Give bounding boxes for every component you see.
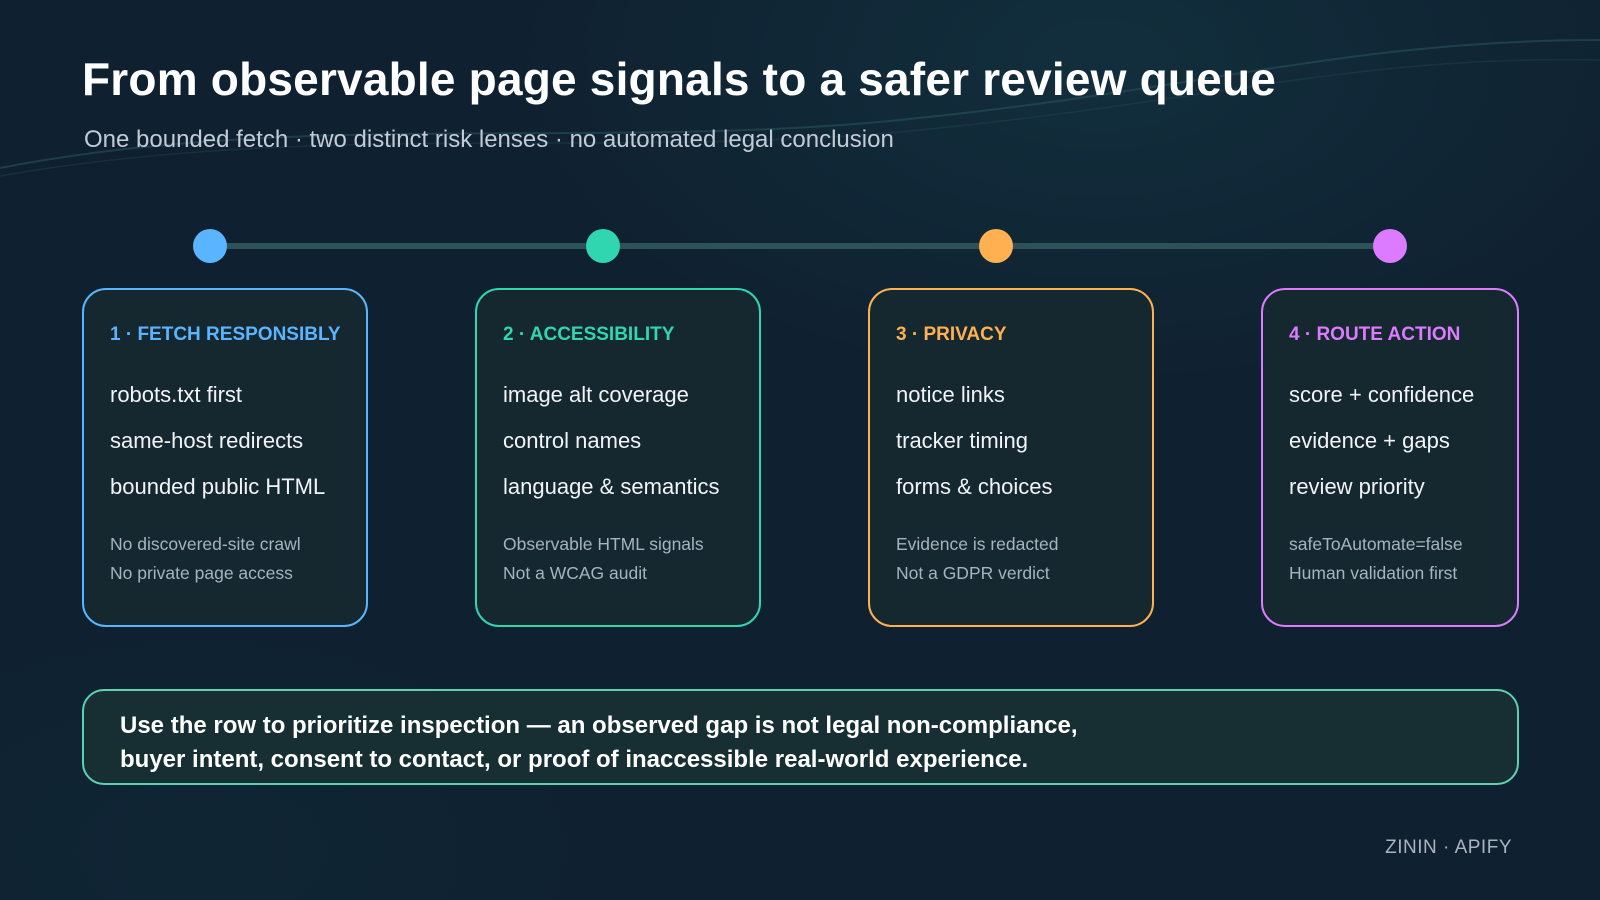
step-card-notes: safeToAutomate=false Human validation fi… xyxy=(1289,530,1463,588)
step-card-items: image alt coverage control names languag… xyxy=(503,372,719,510)
step-note: Not a WCAG audit xyxy=(503,563,647,583)
step-note: Observable HTML signals xyxy=(503,534,704,554)
step-note: Evidence is redacted xyxy=(896,534,1059,554)
step-note: Human validation first xyxy=(1289,563,1458,583)
page-title: From observable page signals to a safer … xyxy=(82,53,1277,105)
step-item: forms & choices xyxy=(896,474,1053,499)
step-item: evidence + gaps xyxy=(1289,428,1450,453)
step-item: review priority xyxy=(1289,474,1425,499)
step-card-items: notice links tracker timing forms & choi… xyxy=(896,372,1053,510)
step-card-title: 3 · PRIVACY xyxy=(896,324,1007,345)
timeline-node-route-action xyxy=(1373,229,1407,263)
step-card-title: 4 · ROUTE ACTION xyxy=(1289,324,1461,345)
step-card-items: score + confidence evidence + gaps revie… xyxy=(1289,372,1474,510)
step-item: bounded public HTML xyxy=(110,474,326,499)
step-item: image alt coverage xyxy=(503,382,689,407)
step-item: notice links xyxy=(896,382,1005,407)
callout-line: Use the row to prioritize inspection — a… xyxy=(120,712,1078,739)
timeline-node-fetch xyxy=(193,229,227,263)
footer-brand: ZININ · APIFY xyxy=(1385,837,1512,858)
step-note: No discovered-site crawl xyxy=(110,534,301,554)
step-item: same-host redirects xyxy=(110,428,304,453)
step-card-privacy: 3 · PRIVACY notice links tracker timing … xyxy=(868,288,1154,627)
step-card-route-action: 4 · ROUTE ACTION score + confidence evid… xyxy=(1261,288,1519,627)
step-note: Not a GDPR verdict xyxy=(896,563,1050,583)
step-card-title: 2 · ACCESSIBILITY xyxy=(503,324,675,345)
callout-line: buyer intent, consent to contact, or pro… xyxy=(120,746,1029,773)
step-card-items: robots.txt first same-host redirects bou… xyxy=(110,372,325,510)
step-card-accessibility: 2 · ACCESSIBILITY image alt coverage con… xyxy=(475,288,761,627)
step-card-notes: Evidence is redacted Not a GDPR verdict xyxy=(896,530,1058,588)
step-card-notes: Observable HTML signals Not a WCAG audit xyxy=(503,530,704,588)
page-subtitle: One bounded fetch · two distinct risk le… xyxy=(84,126,894,153)
step-item: score + confidence xyxy=(1289,382,1475,407)
step-item: control names xyxy=(503,428,642,453)
timeline-node-privacy xyxy=(979,229,1013,263)
step-note: No private page access xyxy=(110,563,293,583)
step-card-notes: No discovered-site crawl No private page… xyxy=(110,530,301,588)
disclaimer-callout: Use the row to prioritize inspection — a… xyxy=(82,689,1519,785)
step-note: safeToAutomate=false xyxy=(1289,534,1463,554)
step-item: tracker timing xyxy=(896,428,1029,453)
timeline-node-accessibility xyxy=(586,229,620,263)
step-card-fetch: 1 · FETCH RESPONSIBLY robots.txt first s… xyxy=(82,288,368,627)
step-item: robots.txt first xyxy=(110,382,243,407)
step-item: language & semantics xyxy=(503,474,720,499)
timeline-connector xyxy=(210,243,1390,249)
step-card-title: 1 · FETCH RESPONSIBLY xyxy=(110,324,341,345)
